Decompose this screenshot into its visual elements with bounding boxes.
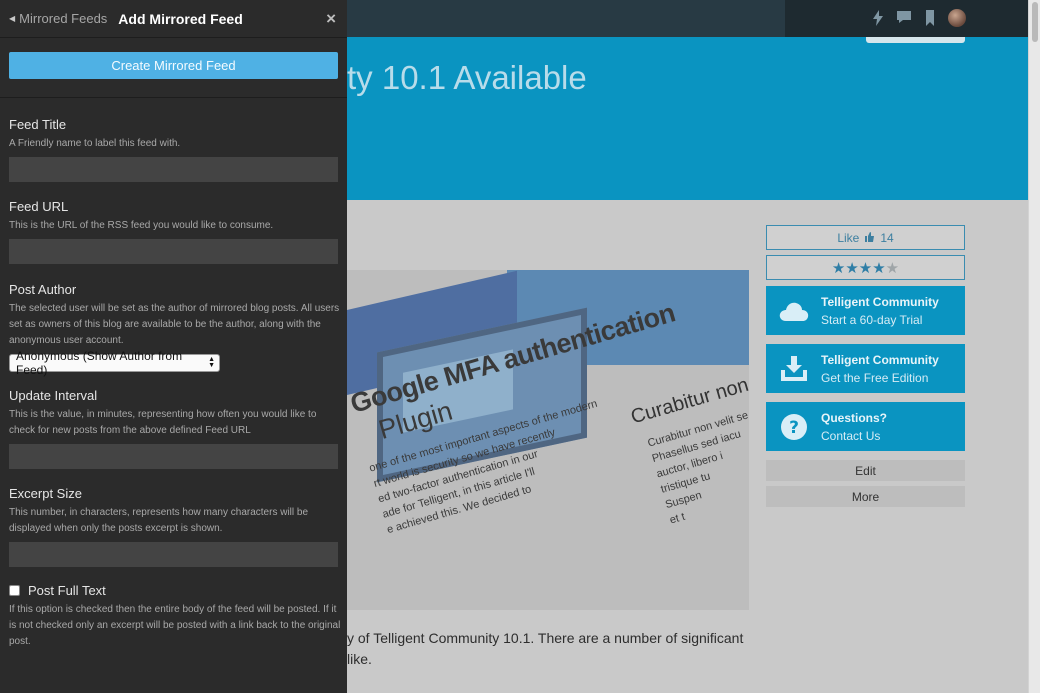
select-arrows-icon: ▲ ▼	[208, 356, 215, 369]
more-button[interactable]: More	[766, 486, 965, 507]
field-description: A Friendly name to label this feed with.	[9, 138, 181, 149]
star-icon[interactable]: ★	[872, 259, 885, 277]
feed-title-input[interactable]	[9, 157, 338, 182]
field-label[interactable]: Post Full Text	[28, 583, 106, 598]
article-body-line: y of Telligent Community 10.1. There are…	[347, 630, 744, 646]
panel-header: ◀ Mirrored Feeds Add Mirrored Feed ×	[0, 0, 347, 38]
card-subtitle: Get the Free Edition	[821, 370, 929, 385]
create-mirrored-feed-button[interactable]: Create Mirrored Feed	[9, 52, 338, 79]
like-count: 14	[880, 230, 894, 245]
lightning-icon[interactable]	[870, 10, 886, 26]
page-scrollbar[interactable]	[1028, 0, 1040, 693]
post-author-field: Post Author The selected user will be se…	[9, 282, 341, 377]
field-description: This is the URL of the RSS feed you woul…	[9, 220, 274, 231]
back-to-mirrored-feeds[interactable]: ◀ Mirrored Feeds	[9, 11, 107, 26]
svg-text:?: ?	[789, 418, 799, 438]
like-label: Like	[837, 230, 860, 245]
field-label: Feed Title	[9, 117, 67, 132]
update-interval-input[interactable]	[9, 444, 338, 469]
add-mirrored-feed-panel: ◀ Mirrored Feeds Add Mirrored Feed × Cre…	[0, 0, 347, 693]
like-button[interactable]: Like 14	[766, 225, 965, 250]
back-label: Mirrored Feeds	[19, 11, 108, 26]
field-label: Update Interval	[9, 388, 98, 403]
select-value: Anonymous (Show Author from Feed)	[16, 349, 183, 377]
article-body-line: like.	[347, 651, 372, 667]
field-description: If this option is checked then the entir…	[9, 604, 341, 647]
panel-title: Add Mirrored Feed	[118, 10, 243, 27]
star-icon[interactable]: ★	[845, 259, 858, 277]
download-icon	[766, 355, 821, 382]
field-description: This number, in characters, represents h…	[9, 507, 309, 534]
field-label: Post Author	[9, 282, 77, 297]
card-title: Telligent Community	[821, 352, 939, 367]
edit-button[interactable]: Edit	[766, 460, 965, 481]
field-description: This is the value, in minutes, represent…	[9, 409, 317, 436]
bookmark-icon[interactable]	[922, 10, 938, 26]
article-body: y of Telligent Community 10.1. There are…	[347, 628, 767, 670]
trial-card[interactable]: Telligent Community Start a 60-day Trial	[766, 286, 965, 335]
card-title: Telligent Community	[821, 294, 939, 309]
article-image: Curabitur non v Curabitur non velit se P…	[347, 270, 749, 610]
card-subtitle: Start a 60-day Trial	[821, 312, 923, 327]
hero-title: ty 10.1 Available	[347, 59, 587, 96]
close-icon[interactable]: ×	[326, 10, 336, 28]
star-icon[interactable]: ★	[859, 259, 872, 277]
cloud-icon	[766, 300, 821, 322]
feed-url-field: Feed URL This is the URL of the RSS feed…	[9, 199, 338, 264]
question-icon: ?	[766, 413, 821, 441]
avatar[interactable]	[948, 9, 966, 27]
excerpt-size-field: Excerpt Size This number, in characters,…	[9, 486, 341, 567]
field-label: Feed URL	[9, 199, 69, 214]
post-full-text-checkbox[interactable]	[9, 585, 20, 596]
free-edition-card[interactable]: Telligent Community Get the Free Edition	[766, 344, 965, 393]
questions-card[interactable]: ? Questions? Contact Us	[766, 402, 965, 451]
back-arrow-icon: ◀	[9, 14, 16, 23]
star-icon[interactable]: ★	[832, 259, 845, 277]
post-full-text-field: Post Full Text If this option is checked…	[9, 583, 341, 650]
feed-url-input[interactable]	[9, 239, 338, 264]
field-label: Excerpt Size	[9, 486, 82, 501]
card-title: Questions?	[821, 410, 888, 425]
thumbs-up-icon	[865, 231, 875, 245]
excerpt-size-input[interactable]	[9, 542, 338, 567]
top-bar-tools	[785, 0, 1028, 37]
chat-bubble-icon[interactable]	[896, 10, 912, 26]
feed-title-field: Feed Title A Friendly name to label this…	[9, 117, 338, 182]
field-description: The selected user will be set as the aut…	[9, 303, 340, 346]
card-subtitle: Contact Us	[821, 428, 881, 443]
create-section: Create Mirrored Feed	[0, 38, 347, 98]
star-rating[interactable]: ★ ★ ★ ★ ★	[766, 255, 965, 280]
hero-button[interactable]	[866, 37, 965, 43]
update-interval-field: Update Interval This is the value, in mi…	[9, 388, 341, 469]
scrollbar-thumb[interactable]	[1032, 2, 1038, 42]
post-author-select[interactable]: Anonymous (Show Author from Feed) ▲ ▼	[9, 349, 220, 377]
star-empty-icon[interactable]: ★	[886, 259, 899, 277]
